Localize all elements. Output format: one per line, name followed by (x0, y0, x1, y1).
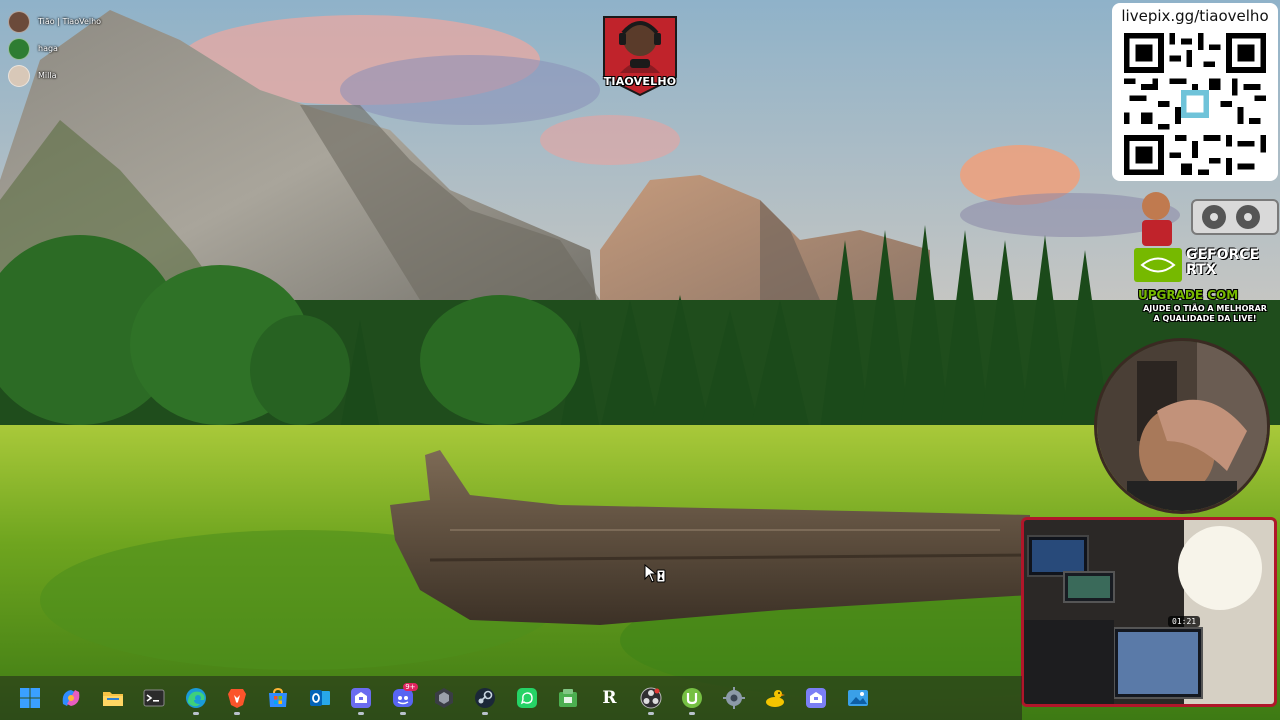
windows-start-icon[interactable] (14, 682, 46, 714)
gpu-help-line: AJUDE O TIÃO A MELHORAR (1143, 304, 1267, 313)
photos-icon[interactable] (842, 682, 874, 714)
voice-user-name: Milla (38, 71, 57, 80)
running-indicator (647, 712, 654, 715)
voice-user: Tião | TiaoVelho (8, 8, 101, 35)
gpu-help-text: AJUDE O TIÃO A MELHORAR A QUALIDADE DA L… (1132, 304, 1278, 324)
avatar (8, 10, 30, 33)
edge-browser-icon[interactable] (180, 682, 212, 715)
voice-user: Milla (8, 62, 101, 89)
room-clock: 01:21 (1168, 616, 1201, 627)
copilot-icon[interactable] (55, 682, 87, 714)
file-explorer-icon[interactable] (97, 682, 129, 714)
taskbar-pinned-apps: 9+ R (14, 682, 883, 715)
gpu-product-line: GEFORCE (1186, 247, 1260, 263)
settings-gear-icon[interactable] (718, 682, 750, 714)
voice-user-name: haga (38, 44, 58, 53)
terminal-icon[interactable] (138, 682, 170, 714)
running-indicator (358, 712, 365, 715)
notification-badge: 9+ (403, 683, 418, 691)
qr-code (1124, 33, 1266, 175)
cyberduck-icon[interactable] (759, 682, 791, 714)
r-app-letter: R (602, 688, 617, 708)
epic-games-icon[interactable] (428, 682, 460, 714)
gpu-help-line: A QUALIDADE DA LIVE! (1153, 314, 1257, 323)
livepix-url: livepix.gg/tiaovelho (1121, 7, 1269, 25)
livepix-donation-panel: livepix.gg/tiaovelho (1112, 3, 1278, 181)
room-camera: 01:21 (1021, 517, 1277, 707)
facecam-circle (1094, 338, 1270, 514)
steam-icon[interactable] (469, 682, 501, 715)
voice-chat-overlay: Tião | TiaoVelho haga Milla (8, 8, 101, 89)
utorrent-icon[interactable] (676, 682, 708, 715)
whatsapp-icon[interactable] (511, 682, 543, 714)
avatar (8, 64, 30, 87)
running-indicator (192, 712, 199, 715)
running-indicator (233, 712, 240, 715)
stream-logo: TIAOVELHO (596, 3, 684, 97)
room-camera-video (1024, 520, 1274, 704)
gpu-product-line: RTX (1186, 262, 1217, 278)
facecam-video (1097, 341, 1267, 511)
streamlabs-icon[interactable] (345, 682, 377, 715)
running-indicator (482, 712, 489, 715)
brave-browser-icon[interactable] (221, 682, 253, 715)
voice-user-name: Tião | TiaoVelho (38, 17, 102, 26)
gpu-upgrade-ad: GEFORCE RTX UPGRADE COM AJUDE O TIÃO A M… (1130, 186, 1280, 334)
obs-icon[interactable] (635, 682, 667, 715)
running-indicator (689, 712, 696, 715)
gpu-product-name: GEFORCE RTX (1186, 248, 1259, 278)
running-indicator (399, 712, 406, 715)
microsoft-store-icon[interactable] (262, 682, 294, 714)
gpu-headline: UPGRADE COM (1138, 288, 1239, 302)
taskbar: 9+ R (0, 676, 1022, 720)
busy-cursor-icon (644, 564, 666, 583)
avatar (8, 37, 30, 60)
stream-logo-text: TIAOVELHO (603, 75, 677, 88)
r-app-icon[interactable]: R (593, 682, 625, 714)
app-green-icon[interactable] (552, 682, 584, 714)
outlook-icon[interactable] (304, 682, 336, 714)
streamlabs-2-icon[interactable] (800, 682, 832, 714)
discord-icon[interactable]: 9+ (387, 682, 419, 715)
voice-user: haga (8, 35, 101, 62)
